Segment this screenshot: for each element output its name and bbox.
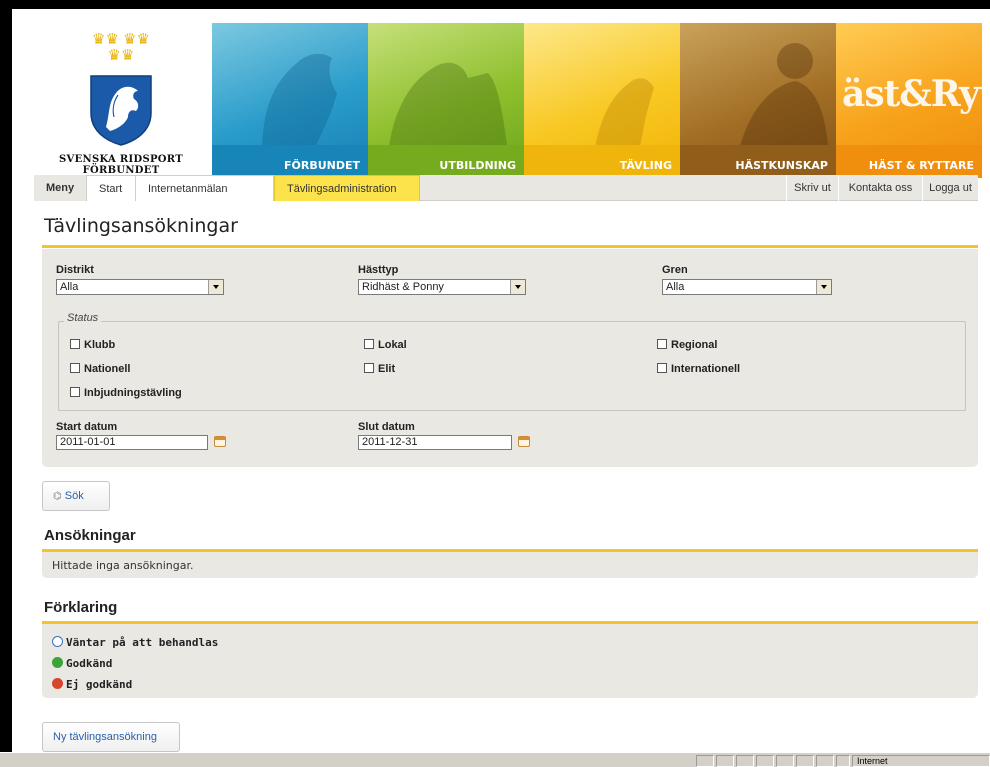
band-label: HÄST & RYTTARE — [868, 159, 974, 172]
checkbox-box[interactable] — [364, 363, 374, 373]
magazine-logo: äst&Rytt — [842, 73, 982, 115]
status-legend: Status — [64, 312, 102, 324]
tab-tavlingsadministration[interactable]: Tävlingsadministration — [274, 175, 420, 201]
band-label: UTBILDNING — [439, 159, 516, 172]
checkbox-inbjudningstavling[interactable]: Inbjudningstävling — [70, 387, 182, 399]
band-label: TÄVLING — [619, 159, 672, 172]
security-zone: Internet — [852, 755, 990, 767]
tab-start[interactable]: Start — [86, 175, 136, 201]
start-date-input[interactable]: 2011-01-01 — [56, 435, 208, 450]
checkbox-box[interactable] — [657, 363, 667, 373]
explanation-heading: Förklaring — [44, 599, 118, 616]
svenska-ridsportforbundet-logo[interactable]: ♛♛ ♛♛ ♛♛ SVENSKA RIDSPORT FÖRBUNDET — [30, 23, 212, 178]
checkbox-internationell[interactable]: Internationell — [657, 363, 740, 375]
band-forbundet[interactable]: FÖRBUNDET — [212, 23, 368, 178]
statusbar-cell — [716, 755, 734, 767]
checkbox-lokal[interactable]: Lokal — [364, 339, 407, 351]
hasttyp-label: Hästtyp — [358, 264, 399, 276]
gren-label: Gren — [662, 264, 688, 276]
horse-shield-icon — [90, 75, 152, 146]
gren-select[interactable]: Alla — [662, 279, 832, 295]
statusbar-cell — [816, 755, 834, 767]
page-title: Tävlingsansökningar — [44, 215, 238, 237]
checkbox-box[interactable] — [364, 339, 374, 349]
status-fieldset — [58, 321, 966, 411]
contact-link[interactable]: Kontakta oss — [838, 175, 922, 201]
empty-message: Hittade inga ansökningar. — [52, 559, 194, 572]
checkbox-box[interactable] — [70, 387, 80, 397]
logo-text: SVENSKA RIDSPORT FÖRBUNDET — [59, 154, 183, 176]
horse-photo — [262, 53, 337, 153]
clock-icon — [52, 636, 63, 647]
browser-page: ♛♛ ♛♛ ♛♛ SVENSKA RIDSPORT FÖRBUNDET FÖRB… — [12, 9, 990, 767]
print-link[interactable]: Skriv ut — [786, 175, 838, 201]
chevron-down-icon — [510, 280, 525, 294]
legend-approved: Godkänd — [52, 657, 112, 670]
crown-icon: ♛♛ — [107, 47, 135, 64]
logout-link[interactable]: Logga ut — [922, 175, 978, 201]
checkbox-box[interactable] — [70, 339, 80, 349]
horse-photo — [388, 62, 508, 153]
statusbar-cell — [776, 755, 794, 767]
checkbox-box[interactable] — [70, 363, 80, 373]
binoculars-icon: ⌬ — [53, 491, 62, 502]
hasttyp-select[interactable]: Ridhäst & Ponny — [358, 279, 526, 295]
calendar-icon[interactable] — [214, 436, 226, 447]
band-label: FÖRBUNDET — [283, 159, 360, 172]
main-nav: Meny Start Internetanmälan Tävlingsadmin… — [34, 175, 978, 201]
legend-rejected: Ej godkänd — [52, 678, 132, 691]
band-hastkunskap[interactable]: HÄSTKUNSKAP — [680, 23, 836, 178]
applications-heading: Ansökningar — [44, 527, 136, 544]
tab-internetanmalan[interactable]: Internetanmälan — [136, 175, 274, 201]
checkbox-box[interactable] — [657, 339, 667, 349]
crown-icons: ♛♛ ♛♛ — [92, 31, 150, 48]
statusbar-cell — [796, 755, 814, 767]
distrikt-select[interactable]: Alla — [56, 279, 224, 295]
band-tavling[interactable]: TÄVLING — [524, 23, 680, 178]
filter-panel: Distrikt Alla Hästtyp Ridhäst & Ponny Gr… — [42, 249, 978, 467]
chevron-down-icon — [816, 280, 831, 294]
nav-menu-label: Meny — [34, 175, 86, 201]
search-button[interactable]: ⌬ Sök — [42, 481, 110, 511]
band-hast-ryttare[interactable]: äst&Rytt HÄST & RYTTARE — [836, 23, 982, 178]
legend-pending: Väntar på att behandlas — [52, 636, 218, 649]
start-date-label: Start datum — [56, 421, 118, 433]
band-utbildning[interactable]: UTBILDNING — [368, 23, 524, 178]
stop-icon — [52, 678, 63, 689]
end-date-label: Slut datum — [358, 421, 415, 433]
rider-photo — [740, 43, 828, 146]
statusbar-cell — [756, 755, 774, 767]
applications-panel: Hittade inga ansökningar. — [42, 552, 978, 578]
check-icon — [52, 657, 63, 668]
horse-photo — [594, 78, 654, 153]
title-divider — [42, 245, 978, 248]
distrikt-label: Distrikt — [56, 264, 94, 276]
site-header: ♛♛ ♛♛ ♛♛ SVENSKA RIDSPORT FÖRBUNDET FÖRB… — [30, 23, 982, 178]
band-label: HÄSTKUNSKAP — [735, 159, 828, 172]
checkbox-nationell[interactable]: Nationell — [70, 363, 130, 375]
statusbar-cell — [836, 755, 850, 767]
browser-status-bar: Internet — [0, 752, 990, 767]
new-application-button[interactable]: Ny tävlingsansökning — [42, 722, 180, 752]
statusbar-cell — [696, 755, 714, 767]
checkbox-elit[interactable]: Elit — [364, 363, 395, 375]
statusbar-cell — [736, 755, 754, 767]
checkbox-regional[interactable]: Regional — [657, 339, 717, 351]
calendar-icon[interactable] — [518, 436, 530, 447]
checkbox-klubb[interactable]: Klubb — [70, 339, 115, 351]
end-date-input[interactable]: 2011-12-31 — [358, 435, 512, 450]
explanation-panel: Väntar på att behandlas Godkänd Ej godkä… — [42, 624, 978, 698]
chevron-down-icon — [208, 280, 223, 294]
